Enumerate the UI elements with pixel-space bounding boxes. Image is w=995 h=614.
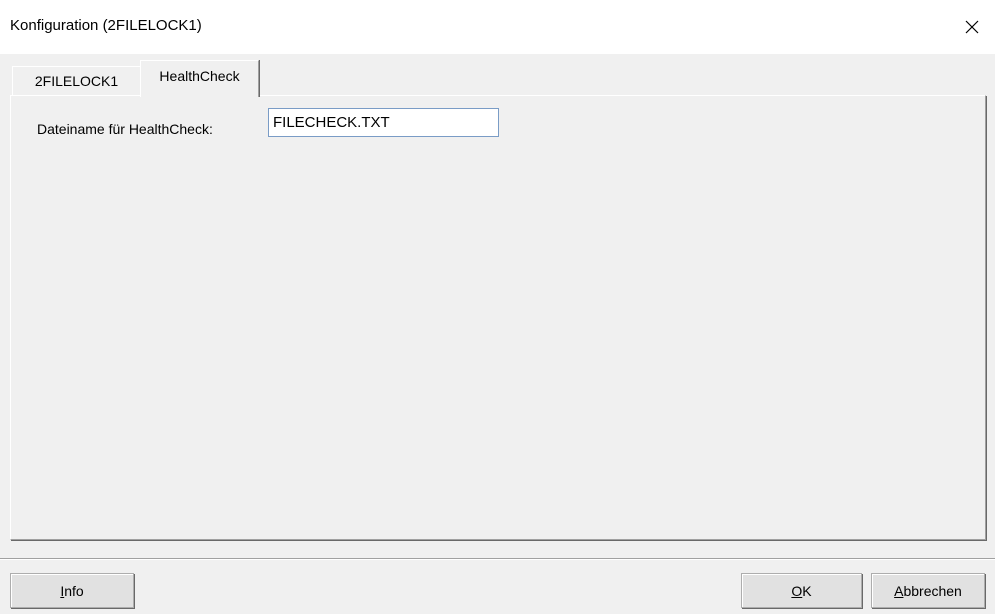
tab-label: 2FILELOCK1 bbox=[34, 73, 119, 89]
button-label: nfo bbox=[64, 582, 84, 599]
filename-label: Dateiname für HealthCheck: bbox=[37, 121, 213, 137]
ok-button[interactable]: OK bbox=[741, 573, 862, 608]
separator bbox=[0, 558, 995, 560]
button-label: K bbox=[802, 582, 812, 599]
cancel-button[interactable]: Abbrechen bbox=[871, 573, 985, 608]
info-button[interactable]: Info bbox=[10, 573, 134, 608]
tab-page-healthcheck: Dateiname für HealthCheck: bbox=[10, 95, 986, 540]
tab-healthcheck[interactable]: HealthCheck bbox=[140, 60, 259, 97]
filename-input[interactable] bbox=[268, 108, 499, 137]
close-button[interactable] bbox=[949, 0, 995, 54]
tab-2filelock1[interactable]: 2FILELOCK1 bbox=[12, 66, 141, 95]
tab-label: HealthCheck bbox=[159, 68, 240, 84]
title-bar[interactable]: Konfiguration (2FILELOCK1) bbox=[0, 0, 995, 54]
mnemonic: A bbox=[894, 582, 904, 599]
button-label: bbrechen bbox=[903, 582, 962, 599]
window-title: Konfiguration (2FILELOCK1) bbox=[10, 17, 202, 34]
config-dialog: Konfiguration (2FILELOCK1) 2FILELOCK1 He… bbox=[0, 0, 995, 614]
close-icon bbox=[964, 19, 980, 35]
mnemonic: O bbox=[791, 582, 803, 599]
